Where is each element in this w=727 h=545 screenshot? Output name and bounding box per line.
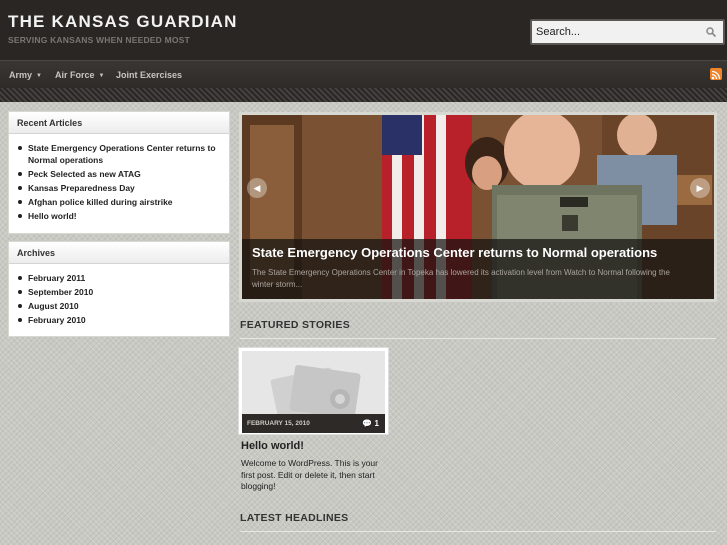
header-divider [0,88,727,102]
search-icon[interactable] [705,26,717,38]
nav-item-label: Joint Exercises [116,70,183,80]
arrow-left-icon[interactable]: ◀ [247,178,267,198]
latest-headlines-heading: LATEST HEADLINES [240,512,349,524]
recent-articles-widget: Recent Articles State Emergency Operatio… [8,111,230,234]
arrow-right-icon[interactable]: ▶ [690,178,710,198]
comments-count[interactable]: 💬 1 [362,414,379,433]
list-item[interactable]: Peck Selected as new ATAG [17,168,221,180]
archives-widget: Archives February 2011 September 2010 Au… [8,241,230,337]
nav-item-army[interactable]: Army ▼ [9,70,42,80]
chevron-down-icon: ▼ [36,72,42,79]
rss-icon[interactable] [710,68,722,80]
comment-icon: 💬 [362,419,373,428]
section-divider [240,338,716,339]
list-item[interactable]: Afghan police killed during airstrike [17,196,221,208]
section-divider [240,531,716,532]
comments-count-value: 1 [374,419,379,428]
list-item[interactable]: State Emergency Operations Center return… [17,142,221,166]
featured-slider[interactable]: ◀ ▶ State Emergency Operations Center re… [239,112,717,302]
archives-list: February 2011 September 2010 August 2010… [9,264,229,334]
post-title[interactable]: Hello world! [241,440,304,452]
list-item[interactable]: September 2010 [17,286,221,298]
post-meta-bar: FEBRUARY 15, 2010 💬 1 [242,414,385,433]
slider-excerpt: The State Emergency Operations Center in… [252,268,670,289]
nav-item-label: Air Force [55,70,95,80]
site-tagline: SERVING KANSANS WHEN NEEDED MOST [8,35,190,45]
list-item[interactable]: February 2011 [17,272,221,284]
slider-caption: State Emergency Operations Center return… [242,239,714,299]
post-excerpt: Welcome to WordPress. This is your first… [241,458,378,491]
nav-item-joint-exercises[interactable]: Joint Exercises [116,70,182,80]
post-date: FEBRUARY 15, 2010 [247,420,310,427]
nav-item-label: Army [9,70,33,80]
search-box [530,19,725,45]
slider-title[interactable]: State Emergency Operations Center return… [252,245,657,260]
recent-articles-list: State Emergency Operations Center return… [9,134,229,230]
featured-post-card[interactable]: FEBRUARY 15, 2010 💬 1 [238,347,389,435]
list-item[interactable]: August 2010 [17,300,221,312]
site-header: THE KANSAS GUARDIAN SERVING KANSANS WHEN… [0,0,727,60]
featured-stories-heading: FEATURED STORIES [240,319,351,331]
chevron-down-icon: ▼ [98,72,105,79]
list-item[interactable]: Kansas Preparedness Day [17,182,221,194]
widget-title: Archives [9,242,229,264]
nav-item-air-force[interactable]: Air Force ▼ [55,70,104,80]
site-title[interactable]: THE KANSAS GUARDIAN [8,12,238,32]
search-input[interactable] [536,23,696,41]
list-item[interactable]: Hello world! [17,210,221,222]
widget-title: Recent Articles [9,112,229,134]
list-item[interactable]: February 2010 [17,314,221,326]
main-nav: Army ▼ Air Force ▼ Joint Exercises [0,60,727,88]
